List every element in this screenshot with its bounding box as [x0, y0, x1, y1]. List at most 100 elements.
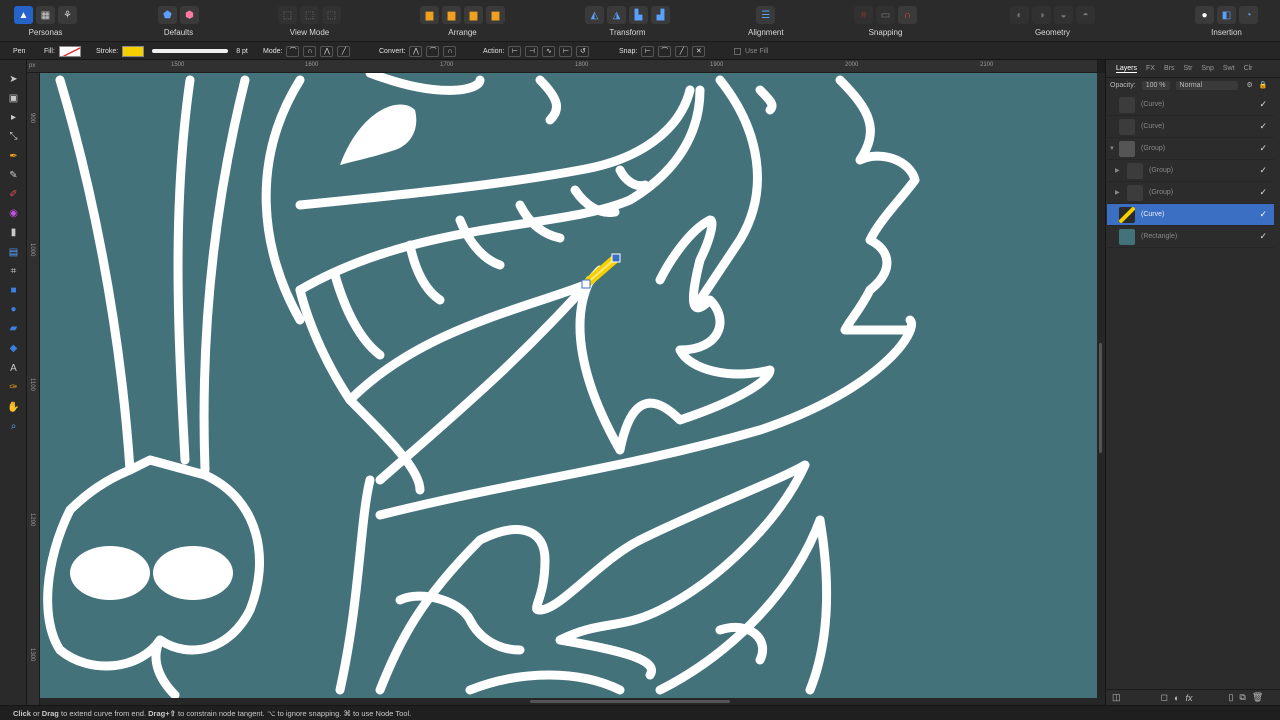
align-icon[interactable]: ☰	[756, 6, 776, 24]
export-persona-icon[interactable]: ⚘	[58, 6, 77, 24]
revert-defaults-icon[interactable]: ⬢	[180, 6, 199, 24]
tab-color[interactable]: Clr	[1244, 65, 1253, 72]
gear-icon[interactable]: ⚙	[1247, 81, 1253, 89]
pen-mode-icon[interactable]: ⌒	[286, 45, 300, 57]
convert-sharp-icon[interactable]: ⋀	[409, 45, 423, 57]
intersect-geometry-icon[interactable]: ◒	[1054, 6, 1073, 24]
layer-row-selected[interactable]: (Curve) ✓	[1107, 204, 1274, 226]
join-curves-icon[interactable]: ⊢	[559, 45, 573, 57]
synchronise-defaults-icon[interactable]: ⬟	[158, 6, 177, 24]
fx-icon[interactable]: fx	[1185, 693, 1192, 703]
blend-mode-select[interactable]: Normal	[1175, 80, 1238, 90]
visibility-check-icon[interactable]: ✓	[1259, 121, 1267, 132]
add-layer-icon[interactable]: ▯	[1228, 692, 1233, 703]
move-to-front-icon[interactable]: ▆	[486, 6, 505, 24]
artboard-tool-icon[interactable]: ▣	[6, 91, 21, 105]
divide-geometry-icon[interactable]: ◓	[1076, 6, 1095, 24]
move-back-one-icon[interactable]: ▆	[442, 6, 461, 24]
flip-vertical-icon[interactable]: ◮	[607, 6, 626, 24]
snapping-magnet-icon[interactable]: ∩	[898, 6, 917, 24]
fill-tool-icon[interactable]: ◉	[6, 206, 21, 220]
move-forward-one-icon[interactable]: ▆	[464, 6, 483, 24]
tab-snapping[interactable]: Snp	[1201, 65, 1213, 72]
layer-row[interactable]: ▶ (Group) ✓	[1107, 182, 1274, 204]
expand-arrow-icon[interactable]: ▼	[1107, 146, 1119, 152]
tab-swatches[interactable]: Swt	[1223, 65, 1235, 72]
trash-icon[interactable]: 🗑	[1252, 692, 1263, 703]
opacity-value[interactable]: 100 %	[1141, 80, 1170, 90]
flip-horizontal-icon[interactable]: ◭	[585, 6, 604, 24]
rectangle-tool-icon[interactable]: ■	[6, 283, 21, 297]
pixel-persona-icon[interactable]: ▦	[36, 6, 55, 24]
node-tool-icon[interactable]: ▸	[6, 110, 21, 124]
visibility-check-icon[interactable]: ✓	[1259, 209, 1267, 220]
snapping-options-icon[interactable]: ▭	[876, 6, 895, 24]
view-mode-icon-1[interactable]: ⬚	[278, 6, 297, 24]
layer-row[interactable]: (Curve) ✓	[1107, 116, 1274, 138]
horizontal-scrollbar[interactable]	[40, 698, 1097, 705]
smart-mode-icon[interactable]: ∩	[303, 45, 317, 57]
point-transform-tool-icon[interactable]: ⤡	[6, 129, 21, 143]
rotate-right-icon[interactable]: ▟	[651, 6, 670, 24]
visibility-check-icon[interactable]: ✓	[1259, 165, 1267, 176]
stroke-width-value[interactable]: 8 pt	[236, 48, 248, 55]
layer-row[interactable]: (Rectangle) ✓	[1107, 226, 1274, 248]
tab-stroke[interactable]: Str	[1183, 65, 1192, 72]
subtract-geometry-icon[interactable]: ◑	[1032, 6, 1051, 24]
snap-option-3-icon[interactable]: ╱	[675, 45, 689, 57]
adjustment-icon[interactable]: ◐	[1174, 693, 1179, 703]
duplicate-layer-icon[interactable]: ⧉	[1239, 692, 1245, 703]
stroke-swatch[interactable]	[122, 45, 145, 57]
layer-row[interactable]: (Curve) ✓	[1107, 94, 1274, 116]
snap-option-4-icon[interactable]: ✕	[692, 45, 706, 57]
snap-option-2-icon[interactable]: ⌒	[658, 45, 672, 57]
stroke-width-slider[interactable]	[152, 49, 229, 53]
crop-tool-icon[interactable]: ⌗	[6, 264, 21, 278]
smooth-curve-icon[interactable]: ∿	[542, 45, 556, 57]
visibility-check-icon[interactable]: ✓	[1259, 99, 1267, 110]
lock-icon[interactable]: 🔒	[1259, 81, 1268, 89]
close-curve-icon[interactable]: ⊣	[525, 45, 539, 57]
break-curve-icon[interactable]: ⊢	[508, 45, 522, 57]
convert-smooth-icon[interactable]: ⌒	[426, 45, 440, 57]
insert-behind-icon[interactable]: ●	[1195, 6, 1214, 24]
convert-smart-icon[interactable]: ∩	[443, 45, 457, 57]
fill-swatch[interactable]	[58, 45, 81, 57]
vertical-scrollbar[interactable]	[1097, 73, 1105, 705]
color-picker-tool-icon[interactable]: ✑	[6, 380, 21, 394]
add-geometry-icon[interactable]: ◐	[1010, 6, 1029, 24]
visibility-check-icon[interactable]: ✓	[1259, 187, 1267, 198]
tab-brushes[interactable]: Brs	[1164, 65, 1175, 72]
shape-tool-icon[interactable]: ◆	[6, 341, 21, 355]
line-mode-icon[interactable]: ╱	[337, 45, 351, 57]
insert-top-icon[interactable]: ◧	[1217, 6, 1236, 24]
pencil-tool-icon[interactable]: ✎	[6, 168, 21, 182]
visibility-check-icon[interactable]: ✓	[1259, 231, 1267, 242]
reverse-curve-icon[interactable]: ↺	[576, 45, 590, 57]
snap-option-1-icon[interactable]: ⊢	[641, 45, 655, 57]
polygon-mode-icon[interactable]: ⋀	[320, 45, 334, 57]
layer-row[interactable]: ▶ (Group) ✓	[1107, 160, 1274, 182]
view-mode-icon-3[interactable]: ⬚	[322, 6, 341, 24]
expand-arrow-icon[interactable]: ▶	[1115, 167, 1127, 174]
transparency-tool-icon[interactable]: ▮	[6, 225, 21, 239]
rounded-rectangle-tool-icon[interactable]: ▰	[6, 321, 21, 335]
move-to-back-icon[interactable]: ▆	[420, 6, 439, 24]
insert-inside-icon[interactable]: ◔	[1239, 6, 1258, 24]
text-tool-icon[interactable]: A	[6, 361, 21, 375]
vertical-scroll-thumb[interactable]	[1099, 343, 1102, 453]
tab-fx[interactable]: FX	[1146, 65, 1155, 72]
layers-stack-icon[interactable]: ◫	[1112, 692, 1121, 703]
pen-tool-icon[interactable]: ✒	[6, 149, 21, 163]
view-tool-icon[interactable]: ✋	[6, 400, 21, 414]
visibility-check-icon[interactable]: ✓	[1259, 143, 1267, 154]
mask-icon[interactable]: ◻	[1161, 692, 1168, 703]
tab-layers[interactable]: Layers	[1116, 65, 1138, 73]
use-fill-checkbox[interactable]	[734, 47, 741, 55]
vector-brush-tool-icon[interactable]: ✐	[6, 187, 21, 201]
snapping-grid-icon[interactable]: #	[854, 6, 873, 24]
rotate-left-icon[interactable]: ▙	[629, 6, 648, 24]
view-mode-icon-2[interactable]: ⬚	[300, 6, 319, 24]
ellipse-tool-icon[interactable]: ●	[6, 302, 21, 316]
document-canvas[interactable]	[40, 73, 1097, 698]
